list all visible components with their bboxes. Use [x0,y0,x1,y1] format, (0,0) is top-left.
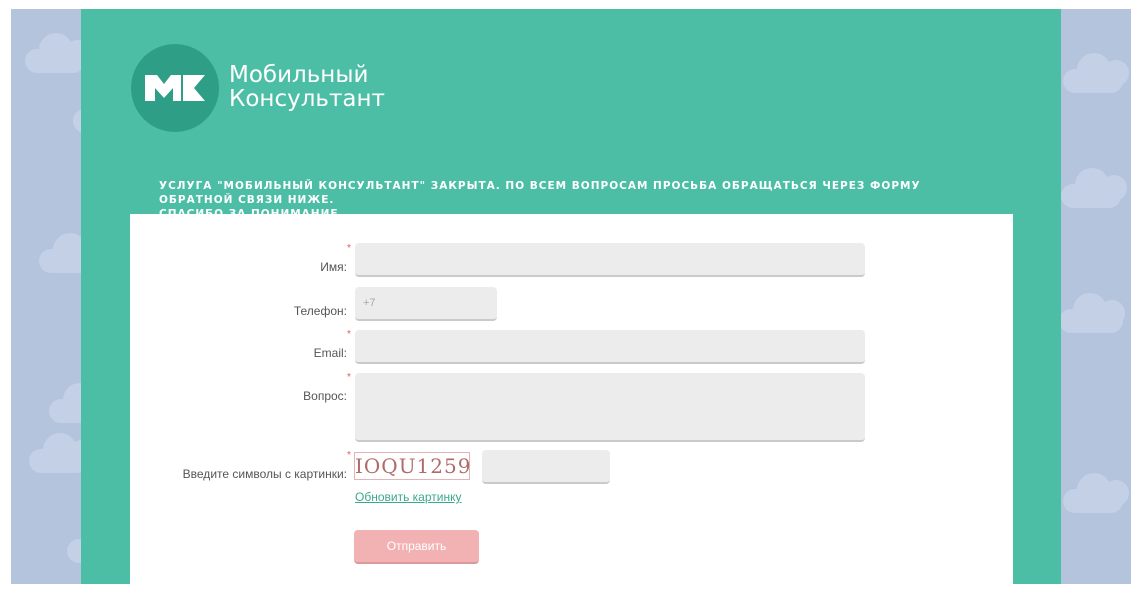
main-panel: Мобильный Консультант УСЛУГА "МОБИЛЬНЫЙ … [81,9,1061,584]
logo-line-2: Консультант [229,86,385,112]
cloud-decoration [25,33,91,73]
cloud-decoration [1063,473,1129,513]
email-input[interactable] [355,330,865,364]
notice-line-1: УСЛУГА "МОБИЛЬНЫЙ КОНСУЛЬТАНТ" ЗАКРЫТА. … [159,180,921,206]
name-input[interactable] [355,243,865,277]
question-label: Вопрос: [303,389,347,403]
feedback-form: * Имя: Телефон: * Email: * Вопрос: * Вве… [130,214,1013,584]
cloud-decoration [1063,53,1129,93]
cloud-decoration [1059,293,1125,333]
logo-line-1: Мобильный [229,62,369,88]
required-mark: * [347,372,351,383]
logo[interactable] [131,44,219,132]
logo-text: Мобильный Консультант [229,63,385,111]
mk-logo-icon [145,75,205,101]
cloud-decoration [1061,168,1127,208]
email-label: Email: [313,346,347,360]
submit-button[interactable]: Отправить [354,530,479,564]
question-textarea[interactable] [355,373,865,442]
phone-label: Телефон: [293,304,347,318]
name-label: Имя: [320,260,347,274]
captcha-image: IOQU1259 [354,452,472,480]
cloud-decoration [29,433,95,473]
required-mark: * [347,243,351,254]
captcha-input[interactable] [482,450,610,484]
required-mark: * [347,329,351,340]
refresh-captcha-link[interactable]: Обновить картинку [355,490,461,504]
required-mark: * [347,450,351,461]
phone-input[interactable] [355,287,497,321]
captcha-label: Введите символы с картинки: [182,467,347,481]
